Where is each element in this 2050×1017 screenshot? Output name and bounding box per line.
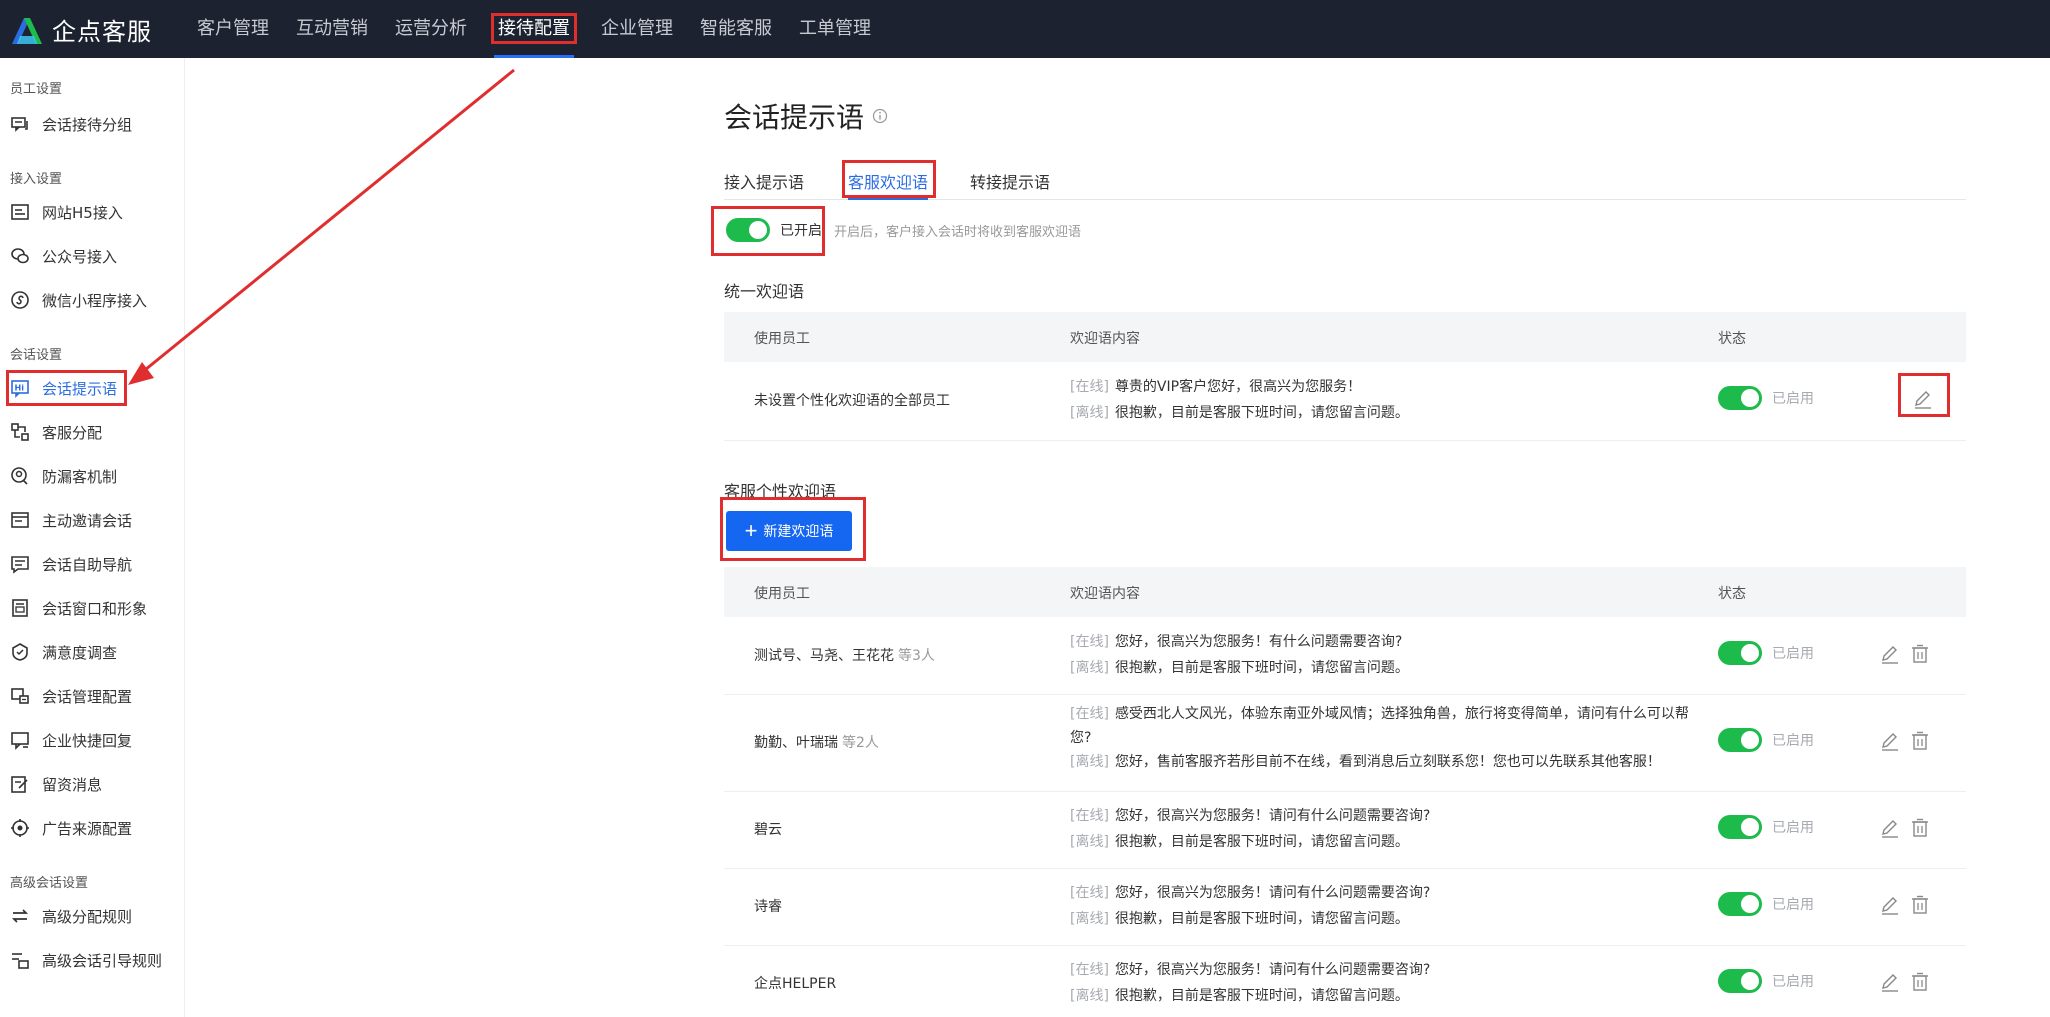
tab-transfer-prompt[interactable]: 转接提示语 [970,169,1050,193]
sidebar-item-ad-source[interactable]: 广告来源配置 [10,814,132,842]
shield-user-icon [11,467,28,485]
table-row: 勤勤、叶瑞瑞 等2人 [在线] 感受西北人文风光，体验东南亚外域风情；选择独角兽，旅… [724,694,1966,792]
annotation-box [711,206,825,256]
pencil-icon[interactable] [1879,730,1901,752]
switch-tip: 开启后，客户接入会话时将收到客服欢迎语 [834,224,1082,240]
nav-item-reception-config[interactable]: 接待配置 [482,0,586,58]
svg-text:Hi: Hi [15,384,25,393]
personal-table-header: 使用员工 欢迎语内容 状态 [724,567,1966,617]
brand-logo[interactable]: 企点客服 [10,12,152,47]
sidebar: 员工设置 会话接待分组 接入设置 网站H5接入 公众号接入 微信小程序接入 会话… [0,58,185,1017]
sidebar-item-agent-assignment[interactable]: 客服分配 [10,418,102,446]
sidebar-section-title: 会话设置 [10,348,63,363]
status-toggle[interactable] [1718,386,1762,410]
sidebar-item-lead-message[interactable]: 留资消息 [10,770,102,798]
nav-item-customers[interactable]: 客户管理 [185,0,281,58]
wechat-icon [11,248,29,264]
table-row: 测试号、马尧、王花花 等3人 [在线] 您好，很高兴为您服务！有什么问题需要咨询? … [724,617,1966,695]
sidebar-item-quick-reply[interactable]: 企业快捷回复 [10,726,132,754]
sidebar-item-session-management[interactable]: 会话管理配置 [10,682,132,710]
badge-icon [12,643,28,661]
message-list-icon [11,556,29,574]
status-toggle[interactable] [1718,728,1762,752]
annotation-box [842,160,936,198]
unified-table-header: 使用员工 欢迎语内容 状态 [724,312,1966,362]
assign-icon [11,423,29,441]
sidebar-item-satisfaction[interactable]: 满意度调查 [10,638,117,666]
config-icon [11,688,29,704]
brand-name: 企点客服 [52,18,152,46]
sidebar-item-mini-program[interactable]: 微信小程序接入 [10,286,147,314]
status-toggle[interactable] [1718,641,1762,665]
sidebar-item-advanced-guide[interactable]: 高级会话引导规则 [10,946,162,974]
status-toggle[interactable] [1718,969,1762,993]
annotation-box [1898,373,1950,417]
window-icon [11,512,29,528]
edit-form-icon [11,776,28,793]
nav-item-tickets[interactable]: 工单管理 [787,0,883,58]
monitor-reply-icon [11,732,29,750]
sidebar-item-anti-loss[interactable]: 防漏客机制 [10,462,117,490]
annotation-box [720,497,866,561]
swap-arrows-icon [11,909,29,923]
sidebar-item-advanced-assignment[interactable]: 高级分配规则 [10,902,132,930]
chat-group-icon [11,117,28,132]
nav-item-smart-service[interactable]: 智能客服 [688,0,784,58]
sidebar-section-title: 接入设置 [10,172,63,187]
tab-access-prompt[interactable]: 接入提示语 [724,169,804,193]
page-title: 会话提示语 [724,96,888,136]
sidebar-item-session-prompts[interactable]: Hi 会话提示语 [5,370,128,406]
nav-item-marketing[interactable]: 互动营销 [284,0,380,58]
sidebar-item-h5-access[interactable]: 网站H5接入 [10,198,123,226]
table-row: 诗睿 [在线] 您好，很高兴为您服务！请问有什么问题需要咨询? [离线] 很抱歉，目… [724,868,1966,946]
logo-icon [12,17,42,44]
sidebar-item-self-navigation[interactable]: 会话自助导航 [10,550,132,578]
hi-bubble-icon: Hi [11,380,29,398]
unified-welcome-title: 统一欢迎语 [724,282,805,301]
sidebar-item-window-appearance[interactable]: 会话窗口和形象 [10,594,147,622]
sidebar-item-reception-group[interactable]: 会话接待分组 [10,110,132,138]
sidebar-section-title: 员工设置 [10,82,63,97]
trash-icon[interactable] [1909,643,1931,665]
nav-item-enterprise[interactable]: 企业管理 [589,0,685,58]
guide-rules-icon [12,953,29,969]
nav-item-analytics[interactable]: 运营分析 [383,0,479,58]
target-icon [11,819,29,837]
trash-icon[interactable] [1909,730,1931,752]
pencil-icon[interactable] [1879,817,1901,839]
trash-icon[interactable] [1909,817,1931,839]
main-nav: 客户管理 互动营销 运营分析 接待配置 企业管理 智能客服 工单管理 [185,0,886,58]
sidebar-item-official-account[interactable]: 公众号接入 [10,242,117,270]
status-toggle[interactable] [1718,892,1762,916]
sidebar-section-title: 高级会话设置 [10,876,89,891]
pencil-icon[interactable] [1879,643,1901,665]
status-toggle[interactable] [1718,815,1762,839]
table-row: 企点HELPER [在线] 您好，很高兴为您服务！请问有什么问题需要咨询? [离线… [724,945,1966,1017]
table-row: 碧云 [在线] 您好，很高兴为您服务！请问有什么问题需要咨询? [离线] 很抱歉，目… [724,791,1966,869]
document-icon [12,599,28,617]
sidebar-item-proactive-invite[interactable]: 主动邀请会话 [10,506,132,534]
trash-icon[interactable] [1909,894,1931,916]
trash-icon[interactable] [1909,971,1931,993]
pencil-icon[interactable] [1879,971,1901,993]
table-row: 未设置个性化欢迎语的全部员工 [在线] 尊贵的VIP客户您好，很高兴为您服务！ [… [724,362,1966,441]
mini-program-icon [11,291,29,309]
pencil-icon[interactable] [1879,894,1901,916]
top-navbar: 企点客服 客户管理 互动营销 运营分析 接待配置 企业管理 智能客服 工单管理 [0,0,2050,58]
info-icon[interactable] [872,108,888,124]
web-page-icon [11,204,29,220]
